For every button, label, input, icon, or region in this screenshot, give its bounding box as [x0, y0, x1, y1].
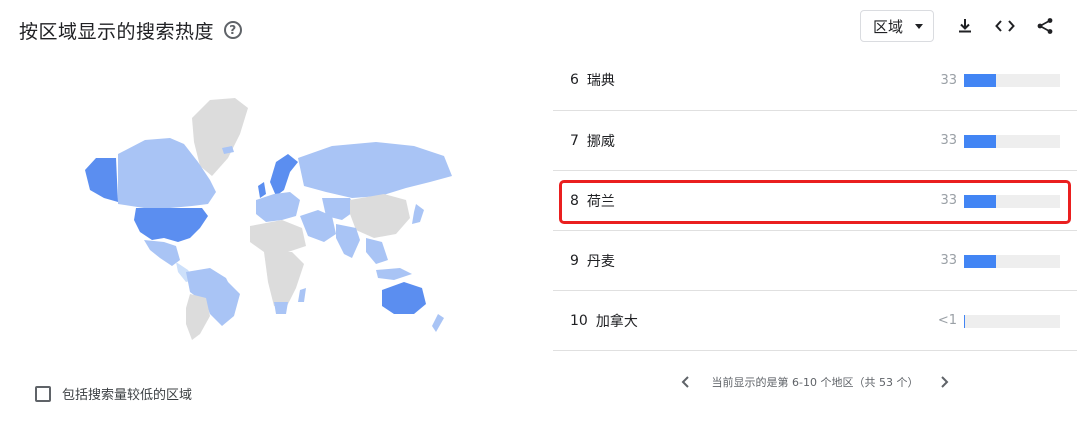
region-value: 33: [940, 72, 957, 88]
region-resolution-select[interactable]: 区域: [859, 10, 934, 42]
region-bar: [964, 314, 1060, 328]
map-region-southern-cone[interactable]: [186, 294, 210, 340]
region-bar: [964, 74, 1060, 87]
map-region-southeast-asia[interactable]: [366, 238, 388, 264]
low-volume-filter: 包括搜索量较低的区域: [35, 384, 192, 403]
include-low-volume-checkbox[interactable]: [35, 385, 51, 402]
region-rank: 7: [570, 132, 579, 149]
section-title: 按区域显示的搜索热度 ?: [19, 15, 243, 45]
map-region-alaska[interactable]: [85, 158, 118, 202]
embed-code-icon: [995, 20, 1015, 32]
region-name: 荷兰: [586, 193, 615, 210]
region-rank: 9: [570, 252, 579, 269]
region-row[interactable]: 9 丹麦 33: [553, 231, 1077, 291]
map-region-uk[interactable]: [258, 182, 266, 198]
map-region-north-africa[interactable]: [250, 220, 306, 252]
region-select-value: 区域: [872, 17, 903, 36]
map-region-new-zealand[interactable]: [432, 314, 444, 332]
map-region-madagascar[interactable]: [298, 288, 306, 302]
region-rank: 10: [570, 312, 588, 329]
region-row[interactable]: 10 加拿大 <1: [553, 291, 1077, 351]
chevron-left-icon: [681, 376, 689, 388]
region-value: 33: [940, 133, 957, 148]
map-region-south-africa[interactable]: [274, 302, 288, 314]
region-list: 6 瑞典 33 7 挪威 33 8 荷兰 33 9 丹麦 33 10 加拿大 <…: [553, 50, 1077, 351]
region-row[interactable]: 6 瑞典 33: [553, 50, 1077, 111]
map-region-china[interactable]: [350, 194, 410, 238]
map-region-usa[interactable]: [134, 208, 208, 242]
region-rank-name: 7 挪威: [570, 111, 615, 170]
map-region-greenland[interactable]: [192, 98, 248, 176]
download-button[interactable]: [948, 10, 982, 42]
map-region-australia[interactable]: [382, 282, 426, 314]
region-bar-fill: [964, 314, 965, 328]
region-row[interactable]: 8 荷兰 33: [553, 171, 1077, 231]
map-region-scandinavia[interactable]: [270, 154, 298, 196]
region-value: <1: [937, 313, 957, 328]
map-region-brazil[interactable]: [204, 280, 240, 326]
toolbar: 区域: [859, 10, 1062, 42]
map-region-indonesia[interactable]: [376, 268, 412, 280]
share-button[interactable]: [1028, 10, 1062, 42]
region-bar-fill: [964, 74, 996, 87]
help-circle-icon[interactable]: ?: [224, 21, 243, 39]
region-name: 挪威: [586, 133, 615, 150]
share-icon: [1037, 18, 1053, 34]
region-value: 33: [940, 193, 957, 208]
caret-down-icon: [915, 23, 923, 29]
map-region-japan[interactable]: [412, 204, 424, 224]
region-row[interactable]: 7 挪威 33: [553, 111, 1077, 171]
world-choropleth-map: [85, 98, 452, 340]
region-rank-name: 8 荷兰: [570, 171, 615, 230]
embed-button[interactable]: [988, 10, 1022, 42]
region-rank-name: 10 加拿大: [570, 291, 638, 350]
region-rank: 8: [570, 192, 579, 209]
region-bar-fill: [964, 134, 996, 148]
region-bar-fill: [964, 254, 996, 268]
map-region-russia[interactable]: [298, 142, 452, 198]
chevron-right-icon: [941, 376, 949, 388]
region-value: 33: [940, 253, 957, 268]
region-name: 加拿大: [595, 313, 638, 330]
previous-page-button[interactable]: [676, 372, 696, 392]
section-title-text: 按区域显示的搜索热度: [19, 20, 215, 43]
download-icon: [959, 19, 971, 33]
region-name: 丹麦: [586, 253, 615, 270]
pagination: 当前显示的是第 6-10 个地区（共 53 个）: [553, 372, 1077, 392]
world-map[interactable]: [60, 92, 460, 342]
region-rank-name: 9 丹麦: [570, 231, 615, 290]
region-bar: [964, 194, 1060, 208]
region-bar-fill: [964, 194, 996, 208]
next-page-button[interactable]: [934, 372, 954, 392]
map-region-sub-saharan-africa[interactable]: [264, 252, 304, 308]
region-bar: [964, 134, 1060, 148]
region-bar: [964, 254, 1060, 268]
region-name: 瑞典: [586, 73, 615, 89]
map-region-mexico[interactable]: [144, 240, 180, 266]
region-rank-name: 6 瑞典: [570, 50, 615, 110]
include-low-volume-label: 包括搜索量较低的区域: [62, 388, 193, 403]
pagination-text: 当前显示的是第 6-10 个地区（共 53 个）: [711, 376, 919, 389]
region-rank: 6: [570, 72, 579, 88]
map-region-europe[interactable]: [256, 192, 300, 222]
